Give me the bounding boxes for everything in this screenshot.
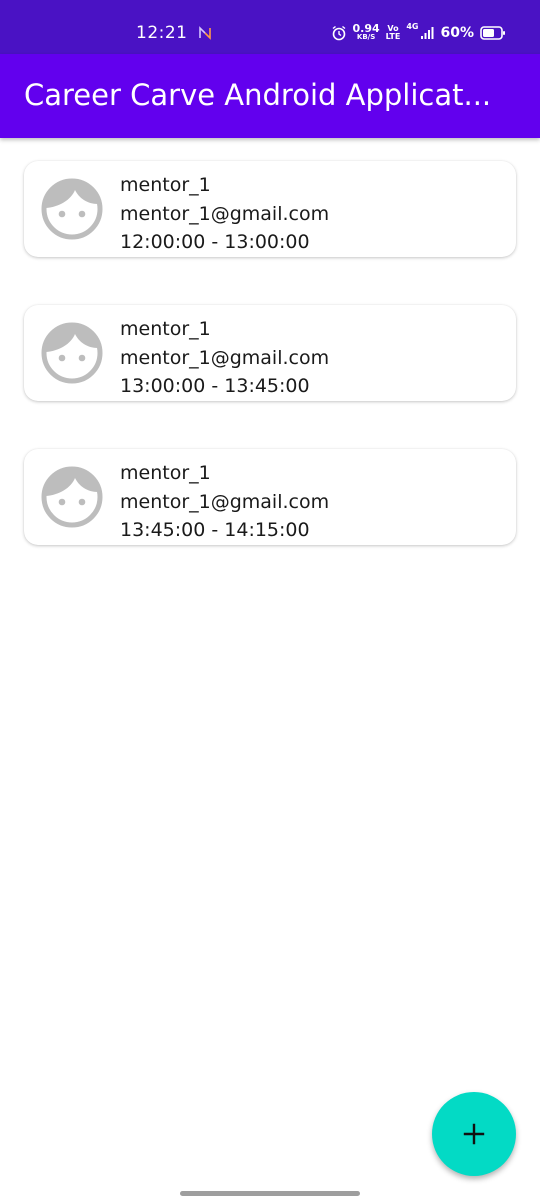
app-title: Career Carve Android Applicat... [24, 78, 492, 112]
mentor-time-slot: 13:00:00 - 13:45:00 [120, 375, 310, 397]
mentor-details: mentor_1 mentor_1@gmail.com 13:00:00 - 1… [120, 315, 329, 401]
mentor-name: mentor_1 [120, 462, 211, 484]
network-speed-unit: KB/S [356, 33, 376, 41]
face-icon [41, 178, 103, 240]
mentor-card[interactable]: mentor_1 mentor_1@gmail.com 13:00:00 - 1… [24, 305, 516, 401]
face-icon [41, 466, 103, 528]
volte-bottom-label: LTE [385, 32, 401, 41]
network-speed-value: 0.94 [352, 22, 380, 35]
status-time: 12:21 [136, 23, 188, 43]
signal-icon [421, 27, 434, 39]
mentor-details: mentor_1 mentor_1@gmail.com 12:00:00 - 1… [120, 171, 329, 257]
face-icon [41, 322, 103, 384]
mentor-card[interactable]: mentor_1 mentor_1@gmail.com 12:00:00 - 1… [24, 161, 516, 257]
status-bar: 12:21 0.94 KB/S Vo LTE 4G 60% [0, 0, 540, 54]
battery-percent: 60% [440, 25, 474, 41]
plus-icon [463, 1123, 485, 1145]
network-speed: 0.94 KB/S [352, 22, 380, 42]
volte-indicator: Vo LTE [386, 25, 401, 41]
mentor-email: mentor_1@gmail.com [120, 346, 330, 369]
mentor-email: mentor_1@gmail.com [120, 202, 330, 225]
mentor-details: mentor_1 mentor_1@gmail.com 13:45:00 - 1… [120, 459, 329, 545]
add-button[interactable] [432, 1092, 516, 1176]
screen: 12:21 0.94 KB/S Vo LTE 4G 60% Career Car… [0, 0, 540, 1200]
mentor-time-slot: 12:00:00 - 13:00:00 [120, 231, 310, 253]
status-icons: 0.94 KB/S Vo LTE 4G 60% [331, 22, 507, 44]
mentor-name: mentor_1 [120, 174, 211, 196]
nav-gesture-handle[interactable] [180, 1191, 360, 1196]
mentor-card[interactable]: mentor_1 mentor_1@gmail.com 13:45:00 - 1… [24, 449, 516, 545]
mentor-email: mentor_1@gmail.com [120, 490, 330, 513]
network-type: 4G [406, 22, 419, 31]
nfc-icon [199, 26, 211, 40]
alarm-icon [332, 25, 345, 41]
app-bar: Career Carve Android Applicat... [0, 54, 540, 138]
mentor-time-slot: 13:45:00 - 14:15:00 [120, 519, 310, 541]
mentor-name: mentor_1 [120, 318, 211, 340]
battery-icon [480, 26, 505, 40]
